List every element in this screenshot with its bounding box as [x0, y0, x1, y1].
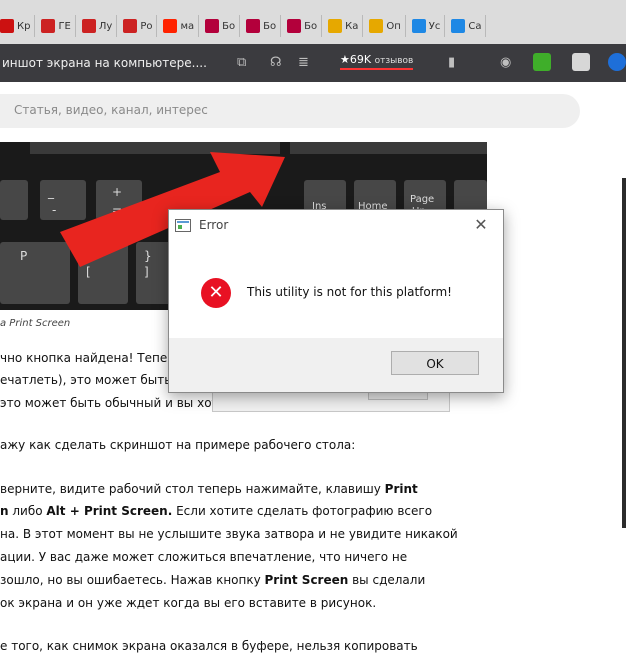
bookmark-label: Бо [304, 20, 318, 32]
wildberries-icon [246, 19, 261, 33]
dialog-body: ✕ This utility is not for this platform! [169, 240, 503, 338]
bookmark-label: Лу [98, 20, 113, 32]
yandex-icon [163, 19, 178, 33]
bookmarks-bar: Кр ГЕ Лу Ро ма Бо Бо Бо Ка Оп Ус Са [0, 0, 626, 44]
paragraph-3-line-1: верните, видите рабочий стол теперь нажи… [0, 478, 500, 500]
bookmark-item[interactable]: Ка [328, 15, 364, 37]
paragraph-3-text: Если хотите сделать фотографию всего [172, 504, 433, 518]
bookmark-icon[interactable]: ▮ [448, 55, 455, 70]
rating-label: отзывов [374, 56, 414, 66]
close-icon[interactable]: ✕ [459, 210, 503, 240]
dialog-footer: OK [169, 338, 503, 392]
ok-button[interactable]: OK [391, 351, 479, 375]
bookmark-item[interactable]: Бо [205, 15, 241, 37]
dialog-titlebar[interactable]: Error ✕ [169, 210, 503, 240]
bookmark-item[interactable]: Бо [246, 15, 282, 37]
svg-text:]: ] [144, 265, 149, 279]
bookmark-item[interactable]: Ро [123, 15, 158, 37]
svg-text:_: _ [47, 185, 55, 199]
rating-badge[interactable]: ★69K отзывов [340, 53, 414, 70]
paragraph-3-line-5: зошло, но вы ошибаетесь. Нажав кнопку Pr… [0, 569, 500, 591]
bookmark-item[interactable]: Кр [0, 15, 36, 37]
paragraph-3-text: вы сделали [348, 573, 426, 587]
svg-text:-: - [52, 203, 56, 217]
svg-text:P: P [20, 249, 27, 263]
copy-link-icon[interactable]: ⧉ [237, 55, 246, 70]
scrollbar-edge [622, 178, 626, 528]
wildberries-icon [287, 19, 302, 33]
lightbulb-icon[interactable]: ◉ [500, 55, 511, 70]
bookmark-label: Ро [140, 20, 153, 32]
bookmark-item[interactable]: Оп [369, 15, 406, 37]
address-bar: иншот экрана на компьютере.... ⧉ ☊ ≣ ★69… [0, 44, 626, 82]
paragraph-3-line-6: ок экрана и он уже ждет когда вы его вст… [0, 596, 377, 610]
bookmark-item[interactable]: ма [163, 15, 200, 37]
paragraph-4: е того, как снимок экрана оказался в буф… [0, 639, 418, 653]
page-title[interactable]: иншот экрана на компьютере.... [2, 56, 207, 70]
bookmark-label: Бо [263, 20, 277, 32]
bookmark-label: ГЕ [58, 20, 71, 32]
ball-icon [369, 19, 384, 33]
headphones-icon[interactable]: ☊ [270, 55, 282, 70]
svg-text:}: } [144, 249, 152, 263]
bookmark-label: Кр [17, 20, 31, 32]
paragraph-3-text: либо [8, 504, 47, 518]
bold-n: n [0, 504, 9, 518]
dialog-title: Error [199, 218, 229, 232]
vpn-extension-icon[interactable] [608, 53, 626, 71]
ball-icon [328, 19, 343, 33]
image-caption: a Print Screen [0, 318, 71, 329]
opera-icon [0, 19, 14, 33]
reader-mode-icon[interactable]: ≣ [298, 55, 309, 70]
paragraph-3-line-2: n либо Alt + Print Screen. Если хотите с… [0, 500, 500, 522]
site-icon [81, 19, 96, 33]
error-dialog: Error ✕ ✕ This utility is not for this p… [168, 209, 504, 393]
error-message: This utility is not for this platform! [247, 285, 452, 299]
paragraph-3-line-4: ации. У вас даже может сложиться впечатл… [0, 550, 408, 564]
svg-text:[: [ [86, 265, 91, 279]
app-window-icon [175, 219, 191, 232]
paragraph-3-text: зошло, но вы ошибаетесь. Нажав кнопку [0, 573, 265, 587]
bookmark-label: Са [468, 20, 482, 32]
paragraph-2: ажу как сделать скриншот на примере рабо… [0, 438, 356, 452]
bold-alt-print-screen: Alt + Print Screen. [46, 504, 173, 518]
bookmark-label: Бо [222, 20, 236, 32]
wildberries-icon [205, 19, 220, 33]
svg-text:+: + [112, 185, 122, 199]
bookmark-item[interactable]: Бо [287, 15, 323, 37]
paragraph-3-line-3: на. В этот момент вы не услышите звука з… [0, 527, 458, 541]
bookmark-label: ма [180, 20, 195, 32]
site-icon [123, 19, 138, 33]
error-icon: ✕ [201, 278, 231, 308]
rating-value: ★69K [340, 53, 372, 66]
search-area: Статья, видео, канал, интерес [0, 82, 626, 142]
key-page: Page [410, 194, 434, 205]
bookmark-label: Оп [386, 20, 401, 32]
bookmarks-strip: Кр ГЕ Лу Ро ма Бо Бо Бо Ка Оп Ус Са [0, 14, 626, 38]
download-extension-icon[interactable] [533, 53, 551, 71]
screenshot-extension-icon[interactable] [572, 53, 590, 71]
bookmark-item[interactable]: Са [451, 15, 487, 37]
bookmark-item[interactable]: Лу [81, 15, 118, 37]
bold-print: Print [384, 482, 418, 496]
bookmark-item[interactable]: Ус [411, 15, 446, 37]
windows-icon [451, 19, 466, 33]
search-placeholder: Статья, видео, канал, интерес [14, 103, 208, 117]
site-icon [41, 19, 56, 33]
paragraph-3-text: верните, видите рабочий стол теперь нажи… [0, 482, 385, 496]
bold-print-screen: Print Screen [264, 573, 349, 587]
bookmark-label: Ус [428, 20, 441, 32]
windows-icon [411, 19, 426, 33]
bookmark-item[interactable]: ГЕ [41, 15, 76, 37]
bookmark-label: Ка [345, 20, 359, 32]
